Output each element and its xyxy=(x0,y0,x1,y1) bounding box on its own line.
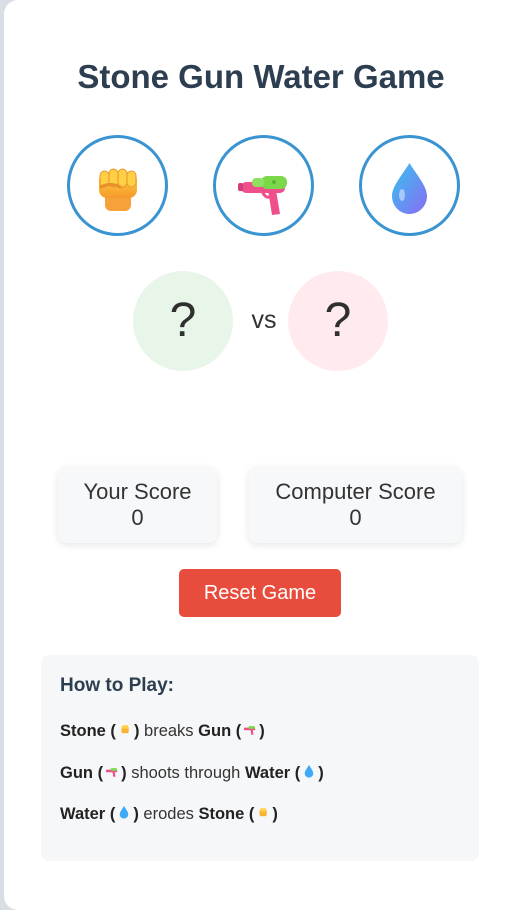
water-pistol-icon xyxy=(244,726,256,735)
reset-game-button[interactable]: Reset Game xyxy=(179,569,341,617)
water-pistol-icon xyxy=(238,176,287,215)
water-pistol-icon xyxy=(105,768,118,777)
droplet-icon xyxy=(120,805,129,819)
raised-fist-icon xyxy=(259,808,268,817)
raised-fist-icon xyxy=(121,725,129,734)
player-choice-display: ? xyxy=(133,271,233,371)
rule-item: Water () erodes Stone () xyxy=(60,805,278,823)
droplet-icon xyxy=(305,764,314,778)
vs-label: vs xyxy=(251,306,277,334)
gun-choice-button[interactable] xyxy=(213,135,314,236)
droplet-icon xyxy=(392,163,427,214)
game-card: Stone Gun Water Game ? vs ? Your Score 0… xyxy=(4,0,514,910)
player-score-value: 0 xyxy=(131,505,144,530)
how-to-play-panel: How to Play: Stone () breaks Gun () Gun … xyxy=(41,655,479,861)
computer-choice-display: ? xyxy=(288,271,388,371)
how-to-play-heading: How to Play: xyxy=(60,675,175,696)
player-score-label: Your Score xyxy=(83,479,192,504)
rule-item: Stone () breaks Gun () xyxy=(60,722,265,740)
rule-item: Gun () shoots through Water () xyxy=(60,764,324,782)
page-title: Stone Gun Water Game xyxy=(77,58,445,95)
computer-score-box: Computer Score 0 xyxy=(249,467,462,543)
raised-fist-icon xyxy=(99,168,137,211)
player-score-box: Your Score 0 xyxy=(58,467,217,543)
water-choice-button[interactable] xyxy=(359,135,460,236)
stone-choice-button[interactable] xyxy=(67,135,168,236)
computer-score-value: 0 xyxy=(349,505,362,530)
computer-score-label: Computer Score xyxy=(275,479,436,504)
